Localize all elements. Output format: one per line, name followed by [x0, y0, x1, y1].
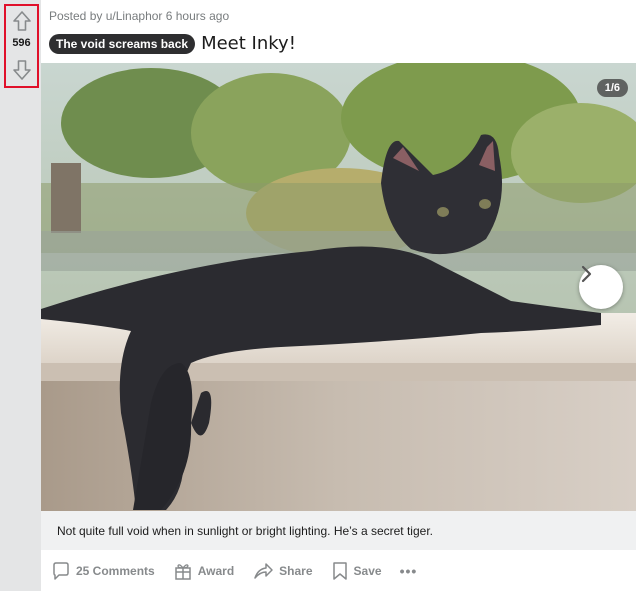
caption-bar: Not quite full void when in sunlight or … [41, 511, 636, 550]
chevron-right-icon [581, 265, 592, 283]
more-icon[interactable]: ••• [396, 561, 422, 581]
cat-photo [41, 63, 636, 511]
share-icon [254, 563, 273, 579]
save-button[interactable]: Save [327, 557, 386, 585]
gallery-counter: 1/6 [596, 79, 628, 97]
vote-box: 596 [4, 4, 39, 88]
award-label: Award [197, 564, 235, 578]
upvote-arrow-icon[interactable] [12, 10, 32, 32]
share-label: Share [279, 564, 313, 578]
title-row: The void screams back Meet Inky! [49, 33, 296, 54]
save-label: Save [353, 564, 382, 578]
image-gallery[interactable]: 1/6 [41, 63, 636, 511]
share-button[interactable]: Share [248, 557, 316, 585]
comment-icon [53, 562, 69, 580]
post-flair[interactable]: The void screams back [49, 33, 196, 54]
next-image-button[interactable] [579, 265, 623, 309]
post-title[interactable]: Meet Inky! [201, 33, 296, 54]
image-caption: Not quite full void when in sunlight or … [57, 524, 433, 538]
downvote-arrow-icon[interactable] [12, 59, 32, 81]
post-card: Posted by u/Linaphor 6 hours ago The voi… [41, 0, 636, 591]
post-actions: 25 Comments Award Share Save ••• [47, 557, 421, 585]
save-icon [332, 562, 347, 580]
comments-button[interactable]: 25 Comments [47, 557, 159, 585]
comments-label: 25 Comments [76, 564, 155, 578]
vote-score: 596 [12, 37, 31, 49]
award-button[interactable]: Award [169, 557, 238, 585]
award-icon [174, 564, 191, 580]
post-meta[interactable]: Posted by u/Linaphor 6 hours ago [49, 9, 229, 23]
vote-rail: 596 [0, 0, 41, 591]
